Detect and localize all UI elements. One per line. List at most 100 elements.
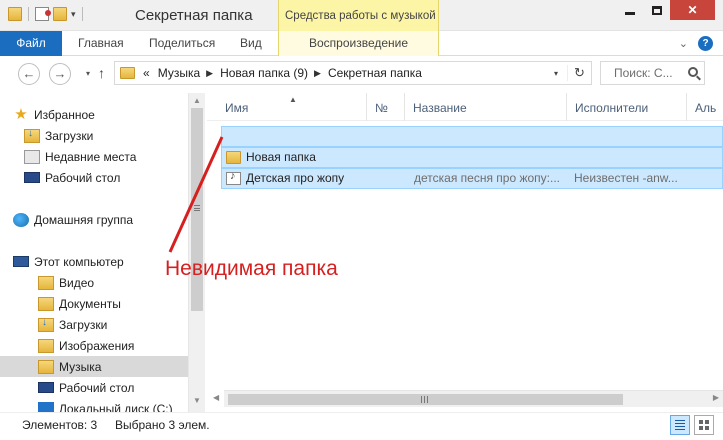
nav-item-label: Домашняя группа <box>34 212 134 227</box>
column-header-title[interactable]: Название <box>405 93 567 121</box>
help-icon[interactable]: ? <box>698 36 713 51</box>
grip-icon <box>421 396 428 403</box>
star-icon: ★ <box>14 105 28 123</box>
column-header-number[interactable]: № <box>367 93 405 121</box>
large-icons-view-button[interactable] <box>694 415 714 435</box>
column-header-name[interactable]: Имя <box>217 93 367 121</box>
forward-button[interactable]: → <box>49 63 71 85</box>
nav-item-videos[interactable]: Видео <box>0 272 188 293</box>
table-row-new-folder[interactable]: Новая папка <box>221 147 723 168</box>
nav-item-desktop-pc[interactable]: Рабочий стол <box>0 377 188 398</box>
table-row-music-file[interactable]: Детская про жопу детская песня про жопу:… <box>221 168 723 189</box>
nav-item-music[interactable]: Музыка <box>0 356 188 377</box>
nav-item-downloads-pc[interactable]: Загрузки <box>0 314 188 335</box>
tab-file[interactable]: Файл <box>0 31 62 56</box>
column-header-album[interactable]: Аль <box>687 93 723 121</box>
maximize-button[interactable] <box>643 0 670 20</box>
refresh-icon[interactable]: ↻ <box>567 65 591 81</box>
breadcrumb-separator-icon[interactable]: ▶ <box>314 68 321 79</box>
table-row-invisible-folder[interactable] <box>221 126 723 147</box>
breadcrumb-secret-folder[interactable]: Секретная папка <box>328 66 422 80</box>
nav-item-label: Недавние места <box>45 149 137 164</box>
horizontal-scrollbar[interactable]: ◀ ▶ <box>213 390 723 407</box>
scroll-left-icon[interactable]: ◀ <box>213 393 219 402</box>
close-icon: ✕ <box>687 3 698 17</box>
nav-item-label: Локальный диск (C:) <box>59 401 173 413</box>
nav-item-favorites[interactable]: ★ Избранное <box>0 104 188 125</box>
nav-item-label: Рабочий стол <box>59 380 135 395</box>
minimize-button[interactable] <box>616 0 643 20</box>
window-title: Секретная папка <box>135 7 253 24</box>
expand-ribbon-icon[interactable]: ⌄ <box>679 37 688 50</box>
tab-home[interactable]: Главная <box>78 31 124 56</box>
scroll-right-icon[interactable]: ▶ <box>713 393 719 402</box>
nav-item-this-pc[interactable]: Этот компьютер <box>0 251 188 272</box>
customize-toolbar-icon[interactable]: ▾ <box>71 9 76 20</box>
homegroup-icon <box>13 212 29 227</box>
desktop-icon <box>24 172 40 183</box>
breadcrumb-separator-icon[interactable]: ▶ <box>206 68 213 79</box>
items-count: Элементов: 3 <box>22 418 98 432</box>
nav-item-homegroup[interactable]: Домашняя группа <box>0 209 188 230</box>
row-artist: Неизвестен -anw... <box>574 171 678 185</box>
recent-locations-dropdown[interactable]: ▾ <box>86 69 90 78</box>
title-bar: ▾ Секретная папка Средства работы с музы… <box>0 0 723 31</box>
properties-icon[interactable] <box>35 7 51 21</box>
pictures-folder-icon <box>38 338 54 353</box>
nav-item-label: Видео <box>59 275 95 290</box>
nav-item-pictures[interactable]: Изображения <box>0 335 188 356</box>
address-bar-controls: ▾ ↻ <box>545 62 591 84</box>
close-button[interactable]: ✕ <box>670 0 715 20</box>
tab-view[interactable]: Вид <box>240 31 262 56</box>
nav-item-desktop[interactable]: Рабочий стол <box>0 167 188 188</box>
downloads-folder-icon <box>24 128 40 143</box>
forward-arrow-icon: → <box>53 66 67 81</box>
tab-playback[interactable]: Воспроизведение <box>278 31 439 56</box>
nav-item-downloads[interactable]: Загрузки <box>0 125 188 146</box>
search-input[interactable] <box>601 62 681 84</box>
videos-folder-icon <box>38 275 54 290</box>
row-name: Новая папка <box>246 150 316 164</box>
separator <box>28 7 29 21</box>
recent-places-icon <box>24 149 40 164</box>
up-button[interactable]: ↑ <box>98 65 105 81</box>
annotation-label: Невидимая папка <box>165 257 338 280</box>
scrollbar-thumb[interactable] <box>228 394 623 405</box>
context-tab-group-label: Средства работы с музыкой <box>285 10 436 22</box>
nav-pane-scrollbar[interactable]: ▲ ▼ <box>188 93 205 412</box>
new-folder-icon[interactable] <box>53 7 67 21</box>
breadcrumb-music[interactable]: Музыка <box>158 66 200 80</box>
quick-access-toolbar: ▾ <box>8 7 85 21</box>
nav-item-label: Документы <box>59 296 121 311</box>
scroll-up-icon[interactable]: ▲ <box>193 96 201 105</box>
folder-icon <box>226 151 241 164</box>
row-title: детская песня про жопу:... <box>414 171 561 185</box>
back-button[interactable]: ← <box>18 63 40 85</box>
nav-item-local-disk[interactable]: Локальный диск (C:) <box>0 398 188 412</box>
details-view-button[interactable] <box>670 415 690 435</box>
search-box[interactable] <box>600 61 705 85</box>
folder-icon <box>120 67 135 79</box>
navigation-bar: ← → ▾ ↑ « Музыка ▶ Новая папка (9) ▶ Сек… <box>0 57 723 93</box>
nav-item-label: Загрузки <box>45 128 94 143</box>
selected-count: Выбрано 3 элем. <box>115 418 210 432</box>
nav-item-recent-places[interactable]: Недавние места <box>0 146 188 167</box>
address-bar[interactable]: « Музыка ▶ Новая папка (9) ▶ Секретная п… <box>114 61 592 85</box>
breadcrumb-new-folder[interactable]: Новая папка (9) <box>220 66 308 80</box>
nav-item-documents[interactable]: Документы <box>0 293 188 314</box>
folder-icon <box>8 7 22 21</box>
tab-share[interactable]: Поделиться <box>149 31 215 56</box>
scroll-down-icon[interactable]: ▼ <box>193 396 201 405</box>
drive-icon <box>38 401 54 412</box>
column-headers: ▲ Имя № Название Исполнители Аль <box>207 93 723 121</box>
nav-item-label: Изображения <box>59 338 135 353</box>
nav-item-label: Избранное <box>34 107 95 122</box>
ribbon-tabs: Файл Главная Поделиться Вид Воспроизведе… <box>0 31 723 56</box>
column-header-artists[interactable]: Исполнители <box>567 93 687 121</box>
large-icons-view-icon <box>699 420 703 424</box>
breadcrumb-overflow[interactable]: « <box>143 66 150 80</box>
search-icon[interactable] <box>688 67 698 77</box>
address-dropdown-icon[interactable]: ▾ <box>545 69 567 78</box>
ribbon-controls: ⌄ ? <box>679 36 713 51</box>
details-view-icon <box>675 420 685 421</box>
